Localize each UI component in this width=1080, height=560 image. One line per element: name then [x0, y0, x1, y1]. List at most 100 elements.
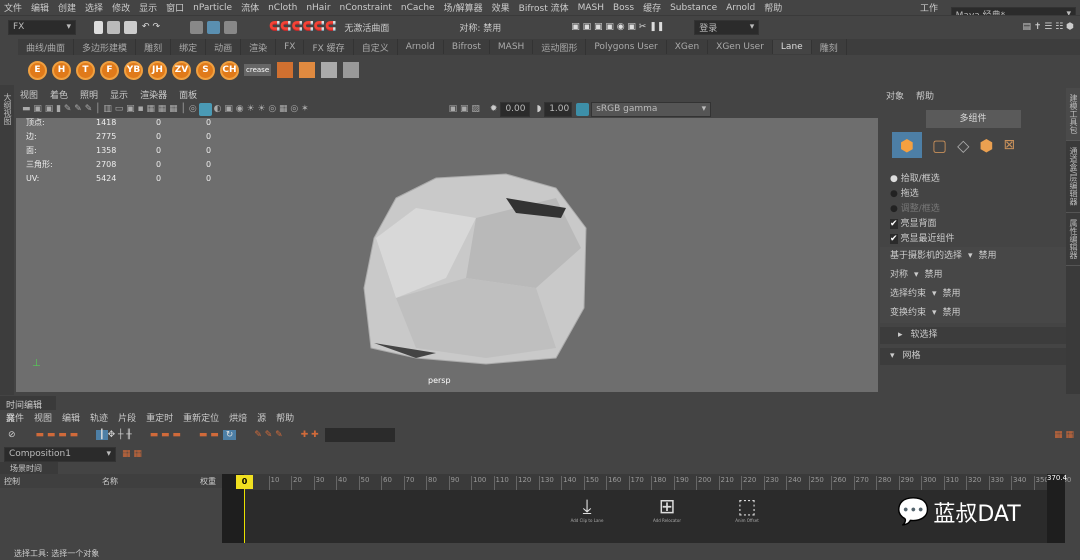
menu-item[interactable]: Bifrost 流体: [519, 1, 569, 14]
selection-radio[interactable]: ● 调整/框选: [890, 202, 1066, 217]
option-row[interactable]: 基于摄影机的选择 ▾ 禁用: [890, 247, 1066, 266]
option-value[interactable]: 禁用: [979, 251, 997, 261]
dropdown-icon[interactable]: ▾: [968, 251, 973, 261]
right-tool-icons[interactable]: ▦ ▦: [1054, 430, 1074, 440]
shelf-button[interactable]: H: [52, 60, 71, 80]
menu-item[interactable]: 文件: [4, 1, 22, 14]
time-editor-menu-item[interactable]: 文件: [6, 411, 24, 424]
shelf-tab[interactable]: 曲线/曲面: [18, 38, 75, 56]
viewport-menu-item[interactable]: 面板: [179, 88, 197, 101]
search-field[interactable]: [324, 428, 395, 442]
shelf-tab[interactable]: MASH: [490, 40, 534, 54]
panel-toggle-icons[interactable]: ▤ ✝ ☰ ☷ ⬢: [1023, 22, 1074, 32]
menu-item[interactable]: nParticle: [193, 3, 232, 13]
gamma-field[interactable]: 1.00: [544, 101, 573, 117]
viewport-menu-item[interactable]: 显示: [110, 88, 128, 101]
menu-item[interactable]: nCache: [401, 3, 435, 13]
shelf-tab[interactable]: 动画: [206, 38, 242, 56]
edge-mode-icon[interactable]: ◇: [957, 136, 969, 155]
shelf-tab[interactable]: 雕刻: [136, 38, 172, 56]
option-row[interactable]: 选择约束 ▾ 禁用: [890, 285, 1066, 304]
shelf-tab[interactable]: 多边形建模: [74, 38, 137, 56]
shelf-button[interactable]: ZV: [172, 60, 191, 80]
shelf-tool-icon[interactable]: [343, 62, 360, 78]
time-editor-menu-item[interactable]: 编辑: [62, 411, 80, 424]
menu-item[interactable]: 修改: [112, 1, 130, 14]
drop-target[interactable]: ⬚ Anim Offset: [727, 494, 767, 523]
drop-target[interactable]: ⊞ Add Relocator: [647, 494, 687, 523]
new-scene-icon[interactable]: [94, 20, 103, 34]
shelf-tab[interactable]: 绑定: [171, 38, 207, 56]
collapse-icon[interactable]: ▾: [890, 351, 895, 361]
viewport-menu-item[interactable]: 视图: [20, 88, 38, 101]
composition-dropdown[interactable]: Composition1 ▾: [4, 446, 116, 462]
checkbox-icon[interactable]: ✔: [890, 219, 898, 229]
menu-item[interactable]: 效果: [492, 1, 510, 14]
shelf-button[interactable]: JH: [148, 60, 167, 80]
select-object-icon[interactable]: [207, 20, 221, 34]
shelf-button[interactable]: YB: [124, 60, 143, 80]
menu-item[interactable]: 编辑: [31, 1, 49, 14]
mute-icon[interactable]: ⊘: [8, 430, 16, 440]
outliner-tab[interactable]: 大纲视图: [0, 85, 14, 395]
uv-mode-icon[interactable]: ⊠: [1003, 137, 1015, 153]
snap-icons[interactable]: 🧲🧲🧲🧲🧲🧲: [269, 22, 336, 32]
option-value[interactable]: 禁用: [925, 270, 943, 280]
shelf-tool-icon[interactable]: [299, 62, 316, 78]
composition-icons[interactable]: ▦ ▦: [122, 449, 142, 459]
menu-item[interactable]: Substance: [670, 3, 717, 13]
viewport-menu-item[interactable]: 着色: [50, 88, 68, 101]
menu-item[interactable]: 选择: [85, 1, 103, 14]
menu-item[interactable]: nHair: [306, 3, 330, 13]
symmetry-field[interactable]: 对称: 禁用: [459, 21, 501, 34]
shelf-tab[interactable]: FX: [276, 40, 305, 54]
clip-tool-icons[interactable]: ▬ ▬ ▬ ▬: [36, 430, 79, 440]
menuset-dropdown[interactable]: FX ▾: [8, 19, 76, 35]
shelf-tool-icon[interactable]: [277, 62, 294, 78]
shelf-button[interactable]: CH: [220, 60, 239, 80]
menu-item[interactable]: 场/解算器: [444, 1, 483, 14]
redo-icon[interactable]: ↷: [153, 22, 161, 32]
menu-item[interactable]: 流体: [241, 1, 259, 14]
shelf-tab[interactable]: Lane: [772, 40, 812, 54]
dropdown-icon[interactable]: ▾: [914, 270, 919, 280]
shelf-tab[interactable]: Polygons User: [586, 40, 667, 54]
color-management-icon[interactable]: [576, 102, 590, 116]
isolate-icons[interactable]: ▣ ▣ ▨: [449, 104, 480, 114]
time-editor-menu-item[interactable]: 片段: [118, 411, 136, 424]
viewport-tool-icons-2[interactable]: ◐ ▣ ◉ ☀ ☀ ◎ ▦ ◎ ✶: [214, 104, 309, 114]
side-tab[interactable]: 建模工具包: [1066, 88, 1080, 141]
shelf-tab[interactable]: 渲染: [241, 38, 277, 56]
move-icons[interactable]: ✥ ┼ ╫: [108, 430, 132, 440]
section-header[interactable]: ▸ 软选择: [880, 327, 1066, 344]
shelf-button[interactable]: T: [76, 60, 95, 80]
shelf-tab[interactable]: 运动图形: [533, 38, 587, 56]
playhead[interactable]: 0: [236, 475, 253, 489]
object-mode-icon[interactable]: ⬢: [892, 132, 922, 158]
option-row[interactable]: 对称 ▾ 禁用: [890, 266, 1066, 285]
time-editor-menu-item[interactable]: 帮助: [276, 411, 294, 424]
key-icons[interactable]: ✎ ✎ ✎: [254, 430, 282, 440]
open-scene-icon[interactable]: [107, 20, 120, 34]
shelf-tab[interactable]: 雕刻: [812, 38, 847, 56]
shelf-button[interactable]: S: [196, 60, 215, 80]
select-hierarchy-icon[interactable]: [190, 20, 204, 34]
drop-target[interactable]: ⤓ Add Clip to Lane: [567, 494, 607, 523]
render-icons[interactable]: ▣ ▣ ▣ ▣ ◉ ▣ ✂ ❚❚: [571, 22, 664, 32]
shelf-tab[interactable]: Bifrost: [444, 40, 490, 54]
expand-icon[interactable]: ▸: [898, 330, 903, 340]
shelf-tab[interactable]: XGen User: [708, 40, 773, 54]
menu-item[interactable]: 显示: [139, 1, 157, 14]
scene-time-tab[interactable]: 场景时间: [0, 462, 58, 474]
toolkit-menu-item[interactable]: 对象: [886, 89, 904, 102]
menu-item[interactable]: 缓存: [643, 1, 661, 14]
dropdown-icon[interactable]: ▾: [932, 308, 937, 318]
option-row[interactable]: 变换约束 ▾ 禁用: [890, 304, 1066, 323]
menu-item[interactable]: nConstraint: [340, 3, 392, 13]
shelf-tab[interactable]: FX 缓存: [304, 38, 354, 56]
add-icons[interactable]: ✚ ✚: [301, 430, 319, 440]
selection-radio[interactable]: ● 拾取/框选: [890, 172, 1066, 187]
trim-icons[interactable]: ▬ ▬ ▬: [150, 430, 181, 440]
shelf-tab[interactable]: Arnold: [398, 40, 444, 54]
undo-icon[interactable]: ↶: [142, 22, 150, 32]
